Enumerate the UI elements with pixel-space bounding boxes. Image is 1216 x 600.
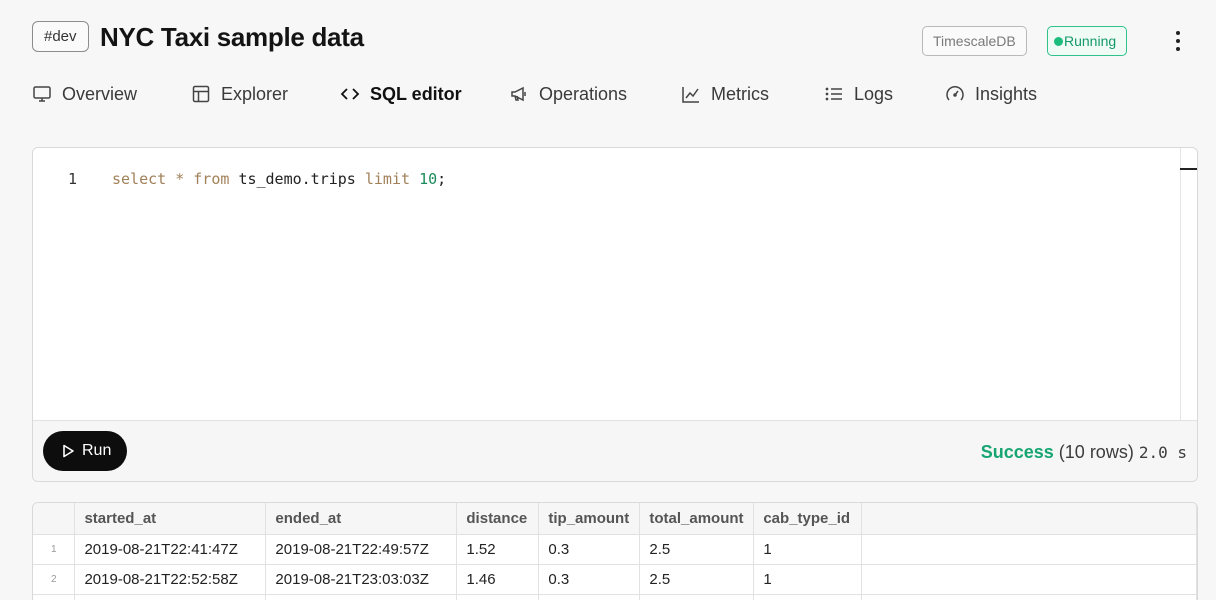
status-label: Running [1064,33,1117,49]
editor-toolbar: Run Success (10 rows) 2.0 s [33,420,1197,481]
empty-cell [861,564,1197,595]
column-header[interactable]: total_amount [639,503,755,535]
monitor-icon [33,86,51,102]
row-number: 2 [33,564,76,595]
table-cell[interactable] [456,594,540,600]
tab-label: Operations [539,84,628,104]
results-table: started_at ended_at distance tip_amount … [33,503,1197,600]
table-cell[interactable]: 2019-08-21T22:41:47Z [74,534,267,565]
column-header[interactable]: distance [456,503,540,535]
query-result-summary: Success (10 rows) 2.0 s [981,441,1187,464]
tab-label: Metrics [711,84,769,104]
environment-tag[interactable]: #dev [32,21,89,52]
table-cell[interactable]: 1 [753,534,863,565]
empty-cell [861,534,1197,565]
table-cell[interactable]: 2019-08-21T22:49:57Z [265,534,458,565]
service-tabs: Overview Explorer SQL editor Operations … [32,80,1132,110]
empty-column-header [861,503,1197,535]
row-number: 1 [33,534,76,565]
editor-scrollbar-track[interactable] [1180,148,1181,420]
status-dot-icon [1054,37,1063,46]
tab-label: Explorer [221,84,289,104]
column-header[interactable]: started_at [74,503,267,535]
table-cell[interactable]: 2019-08-21T22:52:58Z [74,564,267,595]
empty-cell [861,594,1197,600]
sql-keyword: from [193,170,230,188]
sql-keyword: select [112,170,167,188]
table-cell[interactable]: 0.3 [538,564,641,595]
sql-operator: * [175,170,185,188]
list-icon [825,87,842,101]
results-table-panel: started_at ended_at distance tip_amount … [32,502,1198,600]
result-status: Success [980,442,1054,462]
table-cell[interactable]: 1.46 [456,564,540,595]
column-header[interactable]: cab_type_id [753,503,863,535]
table-cell[interactable] [74,594,267,600]
sql-number: 10 [419,170,438,188]
column-header[interactable]: ended_at [265,503,458,535]
table-cell[interactable]: 0.3 [538,534,641,565]
code-line[interactable]: select * from ts_demo.trips limit 10; [112,170,446,188]
table-cell[interactable] [538,594,641,600]
table-cell[interactable] [753,594,863,600]
table-cell[interactable]: 2.5 [639,534,755,565]
play-icon [63,444,74,458]
run-button[interactable]: Run [43,431,127,471]
code-icon [340,88,360,100]
sql-code-input[interactable]: 1 select * from ts_demo.trips limit 10; [33,148,1180,420]
table-cell[interactable] [265,594,458,600]
layout-icon [192,85,210,103]
table-cell[interactable]: 1 [753,564,863,595]
sql-keyword: limit [364,170,411,188]
more-options-icon[interactable] [1170,28,1186,54]
tab-label: Insights [975,84,1038,104]
column-header[interactable]: tip_amount [538,503,641,535]
page-header: #dev NYC Taxi sample data TimescaleDB Ru… [32,20,1192,56]
row-number-header [33,503,76,535]
table-row[interactable]: 1 2019-08-21T22:41:47Z 2019-08-21T22:49:… [33,534,1197,565]
tab-label: Logs [854,84,894,104]
table-cell[interactable]: 1.52 [456,534,540,565]
table-row[interactable] [33,594,1197,600]
line-chart-icon [682,87,699,103]
table-cell[interactable]: 2019-08-21T23:03:03Z [265,564,458,595]
result-row-count: (10 rows) [1058,442,1134,462]
table-header-row: started_at ended_at distance tip_amount … [33,503,1197,535]
result-duration: 2.0 s [1138,443,1187,462]
table-row[interactable]: 2 2019-08-21T22:52:58Z 2019-08-21T23:03:… [33,564,1197,595]
tab-label: Overview [62,84,138,104]
megaphone-icon [511,86,526,102]
page-title: NYC Taxi sample data [100,22,364,52]
sql-identifier: ts_demo.trips [238,170,356,188]
editor-scrollbar-thumb[interactable] [1180,168,1197,170]
row-number [33,594,76,600]
table-cell[interactable] [639,594,755,600]
sql-terminator: ; [437,170,447,188]
gauge-icon [946,85,964,101]
run-button-label: Run [82,442,112,459]
tab-label: SQL editor [370,84,462,104]
database-type-badge: TimescaleDB [922,26,1027,56]
sql-editor-panel: 1 select * from ts_demo.trips limit 10; … [32,147,1198,482]
status-badge: Running [1047,26,1128,56]
table-cell[interactable]: 2.5 [639,564,755,595]
line-number: 1 [68,170,78,188]
